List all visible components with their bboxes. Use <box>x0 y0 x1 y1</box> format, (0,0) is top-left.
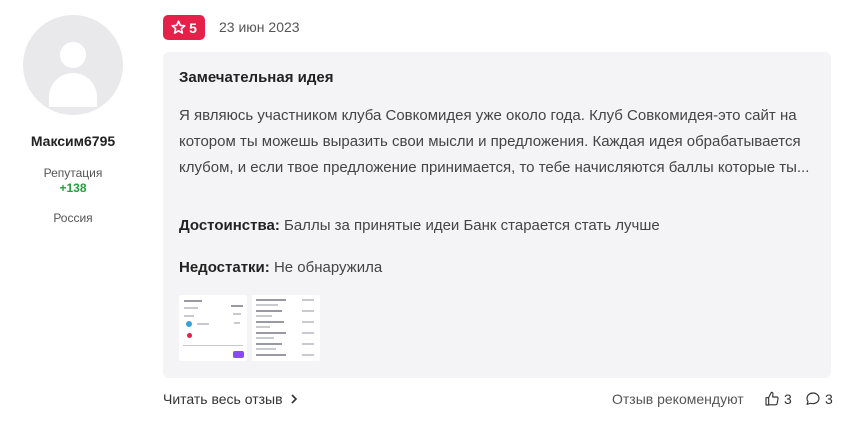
review-pros: Достоинства: Баллы за принятые идеи Банк… <box>179 217 660 234</box>
star-icon <box>171 20 186 34</box>
avatar-placeholder-head <box>60 42 86 68</box>
rating-value: 5 <box>189 19 197 36</box>
review-title[interactable]: Замечательная идея <box>179 69 333 86</box>
read-more-label: Читать весь отзыв <box>163 391 283 407</box>
author-country: Россия <box>53 211 93 225</box>
review-cons: Недостатки: Не обнаружила <box>179 259 382 276</box>
cons-text: Не обнаружила <box>273 259 383 276</box>
thumbs-up-icon <box>765 391 779 406</box>
pros-label: Достоинства: <box>179 217 280 234</box>
reputation-label: Репутация <box>43 166 103 180</box>
rating-badge: 5 <box>163 15 205 40</box>
like-button[interactable]: 3 <box>764 391 792 407</box>
cons-label: Недостатки: <box>179 259 270 276</box>
reputation-value: +138 <box>59 181 87 195</box>
comments-button[interactable]: 3 <box>805 391 833 407</box>
avatar-placeholder-body <box>49 73 97 107</box>
author-name[interactable]: Максим6795 <box>0 133 146 149</box>
comments-count: 3 <box>825 391 833 407</box>
comment-bubble-icon <box>806 392 820 405</box>
review-text: Я являюсь участником клуба Совкомидея уж… <box>179 107 810 176</box>
attachment-thumbnail-1[interactable] <box>179 295 247 361</box>
chevron-right-icon <box>290 394 297 404</box>
avatar[interactable] <box>23 15 123 115</box>
attachment-thumbnail-2[interactable] <box>252 295 320 361</box>
review-card: Замечательная идея Я являюсь участником … <box>163 52 831 378</box>
read-full-review-link[interactable]: Читать весь отзыв <box>163 391 299 407</box>
recommend-label: Отзыв рекомендуют <box>612 391 744 407</box>
likes-count: 3 <box>784 391 792 407</box>
pros-text: Баллы за принятые идеи Банк старается ст… <box>284 217 660 234</box>
review-date: 23 июн 2023 <box>219 19 300 35</box>
